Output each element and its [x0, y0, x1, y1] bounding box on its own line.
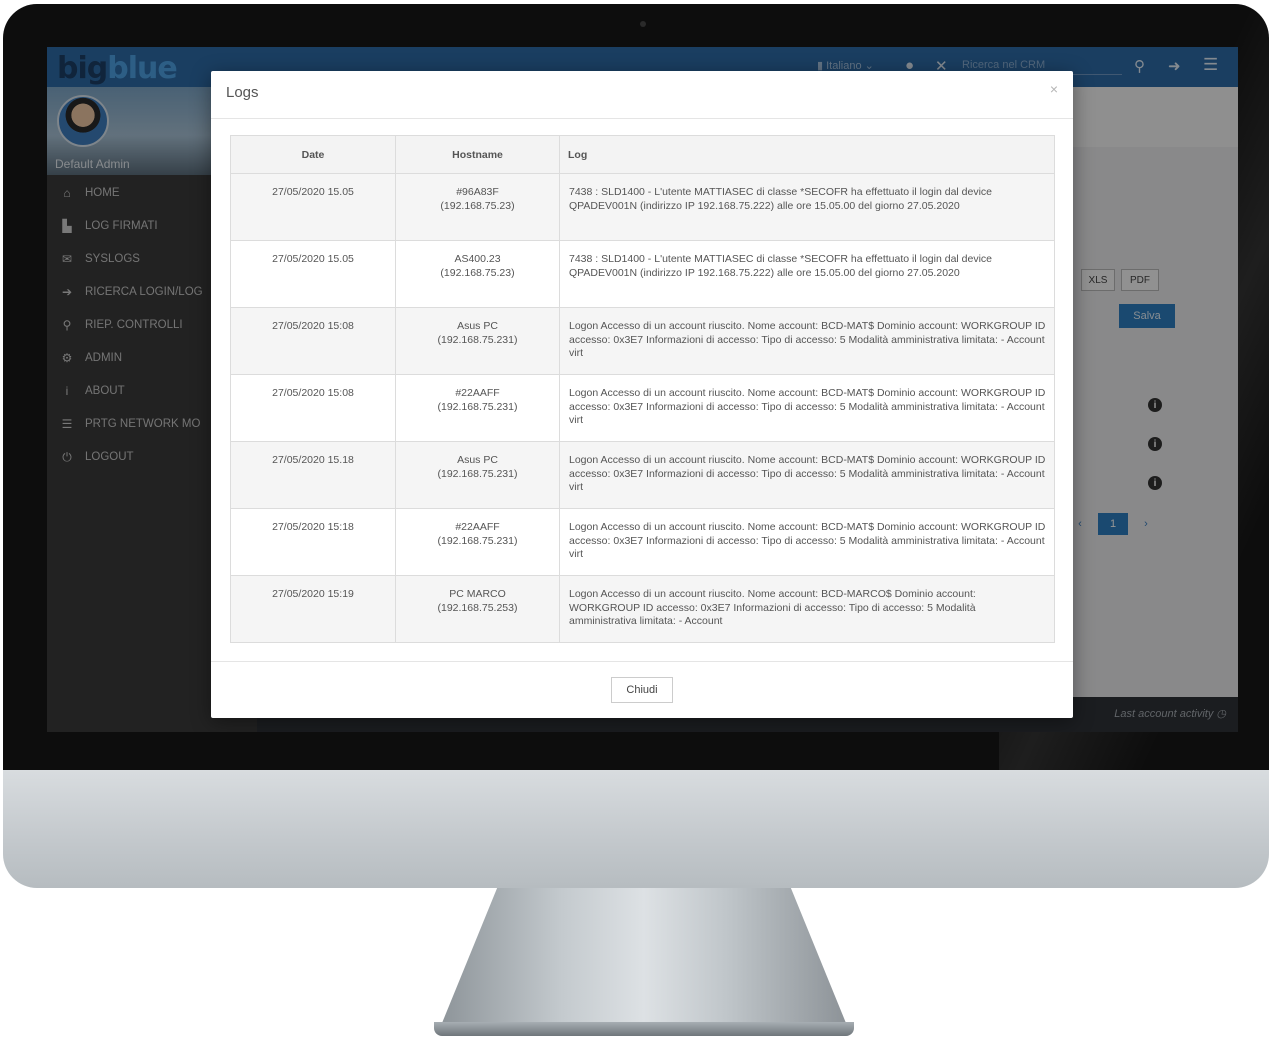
- cell-log: 7438 : SLD1400 - L'utente MATTIASEC di c…: [559, 240, 1055, 308]
- close-icon[interactable]: ×: [1050, 81, 1058, 97]
- cell-hostname: PC MARCO (192.168.75.253): [395, 575, 560, 643]
- ip-text: (192.168.75.23): [440, 199, 515, 212]
- cell-log: 7438 : SLD1400 - L'utente MATTIASEC di c…: [559, 173, 1055, 241]
- monitor-stand: [440, 888, 848, 1028]
- table-row: 27/05/2020 15:08 #22AAFF (192.168.75.231)…: [230, 374, 1055, 442]
- cell-log: Logon Accesso di un account riuscito. No…: [559, 307, 1055, 375]
- table-header-row: Date Hostname Log: [230, 135, 1055, 174]
- column-header-date[interactable]: Date: [230, 135, 396, 174]
- column-header-log[interactable]: Log: [559, 135, 1055, 174]
- cell-hostname: Asus PC (192.168.75.231): [395, 441, 560, 509]
- cell-log: Logon Accesso di un account riuscito. No…: [559, 374, 1055, 442]
- hostname-text: #22AAFF: [455, 521, 500, 533]
- modal-header: Logs ×: [211, 71, 1073, 119]
- imac-mockup: bigblue ▮ Italiano ⌄ ● ✕ Ricerca nel CRM…: [0, 0, 1269, 1039]
- cell-hostname: Asus PC (192.168.75.231): [395, 307, 560, 375]
- table-row: 27/05/2020 15.05 #96A83F (192.168.75.23) …: [230, 173, 1055, 241]
- hostname-text: Asus PC: [457, 454, 498, 466]
- cell-date: 27/05/2020 15:18: [230, 508, 396, 576]
- cell-date: 27/05/2020 15:08: [230, 374, 396, 442]
- table-row: 27/05/2020 15:18 #22AAFF (192.168.75.231)…: [230, 508, 1055, 576]
- cell-log: Logon Accesso di un account riuscito. No…: [559, 575, 1055, 643]
- cell-date: 27/05/2020 15.05: [230, 173, 396, 241]
- cell-date: 27/05/2020 15:08: [230, 307, 396, 375]
- modal-title: Logs: [226, 84, 259, 101]
- hostname-text: PC MARCO: [449, 588, 506, 600]
- camera-dot: [640, 21, 646, 27]
- column-header-hostname[interactable]: Hostname: [395, 135, 560, 174]
- cell-log: Logon Accesso di un account riuscito. No…: [559, 508, 1055, 576]
- ip-text: (192.168.75.231): [437, 333, 518, 346]
- cell-hostname: #22AAFF (192.168.75.231): [395, 374, 560, 442]
- close-button[interactable]: Chiudi: [611, 677, 673, 703]
- table-row: 27/05/2020 15.05 AS400.23 (192.168.75.23)…: [230, 240, 1055, 308]
- ip-text: (192.168.75.231): [437, 534, 518, 547]
- cell-hostname: #96A83F (192.168.75.23): [395, 173, 560, 241]
- ip-text: (192.168.75.253): [437, 601, 518, 614]
- ip-text: (192.168.75.23): [440, 266, 515, 279]
- logs-table: Date Hostname Log 27/05/2020 15.05 #96A8…: [230, 135, 1055, 643]
- table-row: 27/05/2020 15:19 PC MARCO (192.168.75.253…: [230, 575, 1055, 643]
- cell-hostname: #22AAFF (192.168.75.231): [395, 508, 560, 576]
- cell-hostname: AS400.23 (192.168.75.23): [395, 240, 560, 308]
- monitor-chin: [3, 770, 1269, 888]
- cell-date: 27/05/2020 15.18: [230, 441, 396, 509]
- hostname-text: #96A83F: [456, 186, 499, 198]
- hostname-text: AS400.23: [454, 253, 501, 265]
- logs-modal: Logs × Date Hostname Log 27/05/2020 15.0…: [211, 71, 1073, 718]
- table-row: 27/05/2020 15.18 Asus PC (192.168.75.231)…: [230, 441, 1055, 509]
- modal-footer: Chiudi: [211, 661, 1073, 718]
- hostname-text: Asus PC: [457, 320, 498, 332]
- app-screen: bigblue ▮ Italiano ⌄ ● ✕ Ricerca nel CRM…: [47, 47, 1238, 732]
- cell-date: 27/05/2020 15.05: [230, 240, 396, 308]
- table-row: 27/05/2020 15:08 Asus PC (192.168.75.231)…: [230, 307, 1055, 375]
- cell-date: 27/05/2020 15:19: [230, 575, 396, 643]
- cell-log: Logon Accesso di un account riuscito. No…: [559, 441, 1055, 509]
- monitor-stand-base: [434, 1022, 854, 1036]
- hostname-text: #22AAFF: [455, 387, 500, 399]
- ip-text: (192.168.75.231): [437, 400, 518, 413]
- ip-text: (192.168.75.231): [437, 467, 518, 480]
